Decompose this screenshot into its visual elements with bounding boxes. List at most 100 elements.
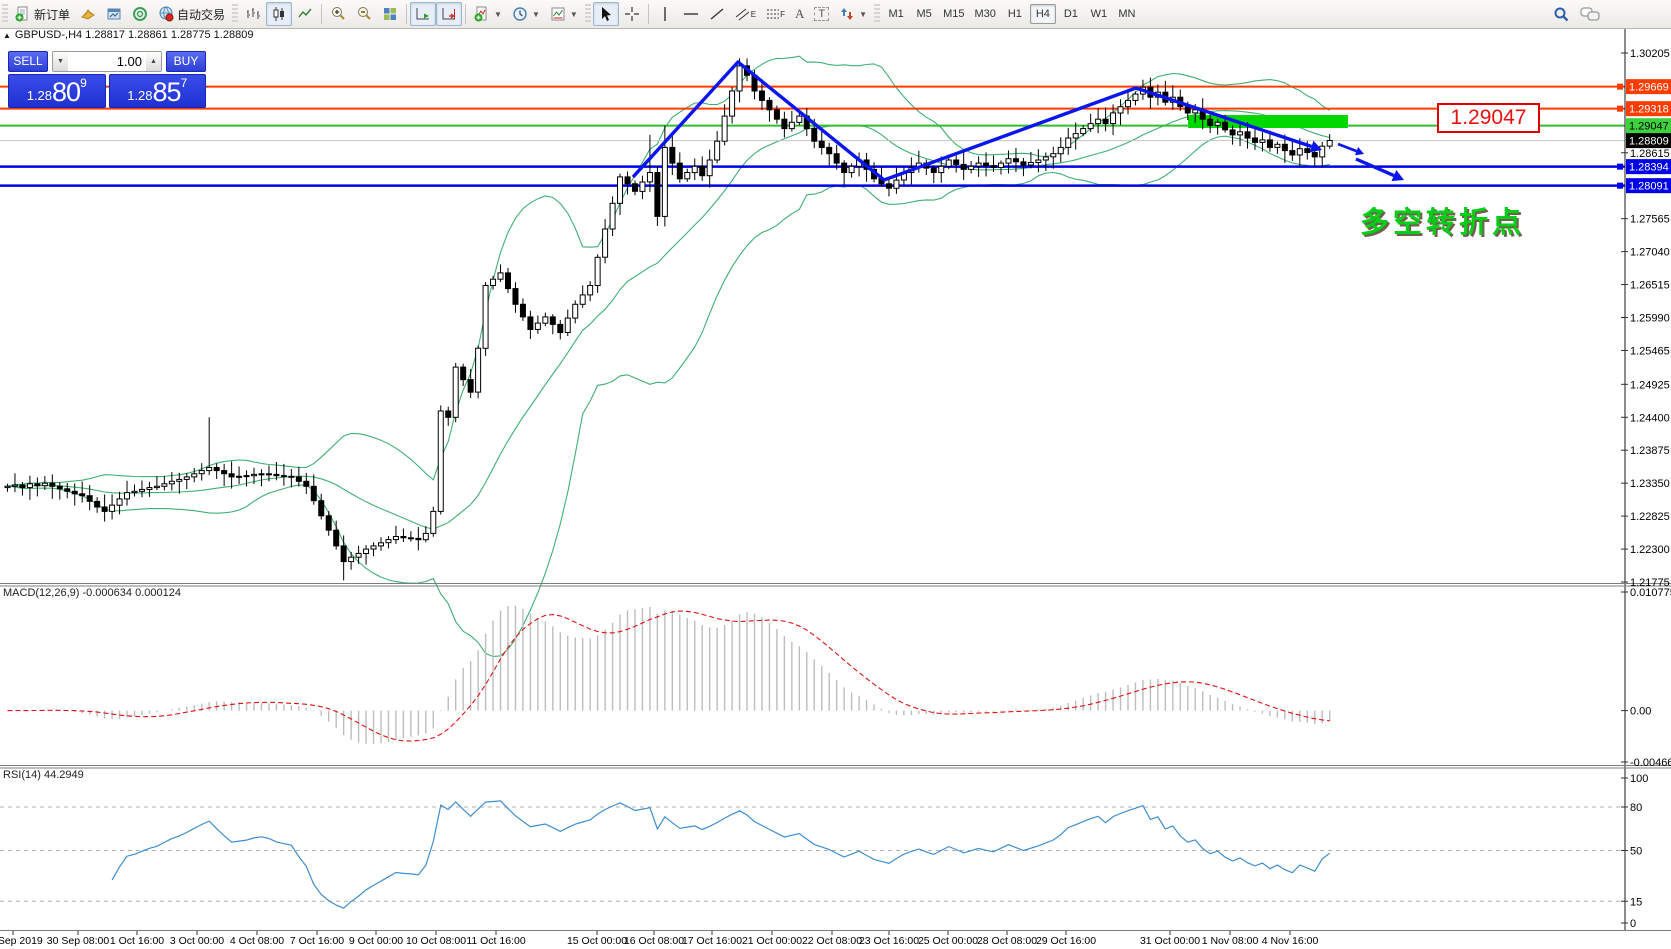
- new-order-button[interactable]: 新订单: [10, 2, 75, 26]
- market-watch-button[interactable]: [75, 2, 101, 26]
- arrows-tool-button[interactable]: ▼: [834, 2, 872, 26]
- volume-increase-button[interactable]: ▲: [146, 52, 161, 71]
- volume-control: ▼ ▲: [52, 51, 162, 72]
- candle-body: [258, 473, 265, 476]
- candle-body: [609, 202, 616, 230]
- autotrading-button[interactable]: 自动交易: [153, 2, 230, 26]
- bollinger-middle-band: [7, 110, 1330, 530]
- zoom-in-button[interactable]: [325, 2, 351, 26]
- candle-body: [990, 165, 997, 169]
- timeframe-button-m1[interactable]: M1: [883, 4, 909, 24]
- volume-decrease-button[interactable]: ▼: [53, 52, 68, 71]
- level-line-handle[interactable]: [1617, 182, 1623, 189]
- buy-price-display[interactable]: 1.28 85 7: [108, 74, 206, 108]
- price-axis-label: 1.23350: [1630, 478, 1670, 490]
- timeframe-button-m5[interactable]: M5: [911, 4, 937, 24]
- candle-body: [534, 322, 541, 330]
- trendline-tool-button[interactable]: [704, 2, 730, 26]
- zoom-out-button[interactable]: [351, 2, 377, 26]
- fibonacci-tool-button[interactable]: F: [761, 2, 790, 26]
- search-button[interactable]: [1548, 2, 1575, 26]
- candle-body: [624, 176, 631, 185]
- text-label-tool-button[interactable]: T: [809, 2, 834, 26]
- candle-body: [796, 115, 803, 123]
- candle-body: [1057, 146, 1064, 155]
- equidistant-channel-tool-button[interactable]: E: [730, 2, 761, 26]
- text-tool-button[interactable]: A: [790, 2, 809, 26]
- price-level-badge-text: 1.28809: [1629, 136, 1669, 148]
- candle-body: [983, 162, 990, 167]
- periods-button[interactable]: ▼: [507, 2, 545, 26]
- chart-canvas[interactable]: 1.30205 1.28615 1.27565 1.27040 1.26515 1.259…: [0, 0, 1671, 949]
- data-center-button[interactable]: [127, 2, 153, 26]
- candle-body: [236, 475, 243, 478]
- candle-body: [519, 303, 526, 318]
- time-axis-label: 28 Oct 08:00: [977, 935, 1037, 947]
- toolbar-grip[interactable]: [2, 4, 8, 24]
- cursor-tool-button[interactable]: [592, 2, 619, 26]
- sell-price-display[interactable]: 1.28 80 9: [8, 74, 106, 108]
- price-callout[interactable]: 1.29047: [1437, 103, 1540, 133]
- candle-body: [1244, 131, 1251, 139]
- candle-body: [617, 176, 624, 204]
- sell-price-prefix: 1.28: [26, 88, 53, 103]
- turning-point-annotation[interactable]: 多空转折点: [1360, 199, 1525, 241]
- timeframe-button-h1[interactable]: H1: [1002, 4, 1028, 24]
- crosshair-icon: [624, 7, 639, 21]
- vertical-line-tool-button[interactable]: [652, 2, 678, 26]
- macd-axis-label: 0.010775: [1630, 587, 1671, 599]
- trend-arrow-shaft[interactable]: [1337, 142, 1357, 153]
- level-line-handle[interactable]: [1617, 163, 1623, 170]
- channel-icon: [735, 8, 750, 21]
- crosshair-tool-button[interactable]: [619, 2, 645, 26]
- timeframe-button-m15[interactable]: M15: [939, 4, 968, 24]
- timeframe-button-h4[interactable]: H4: [1029, 4, 1056, 24]
- candle-body: [482, 285, 489, 349]
- rsi-axis-label: 15: [1630, 896, 1642, 908]
- time-axis-label: 31 Oct 00:00: [1140, 935, 1200, 947]
- auto-scroll-button[interactable]: [410, 2, 437, 26]
- candlestick-mode-button[interactable]: [266, 2, 293, 26]
- channel-e-label: E: [750, 9, 757, 19]
- toolbar-grip[interactable]: [874, 4, 881, 24]
- level-line-handle[interactable]: [1617, 83, 1623, 90]
- toolbar-grip[interactable]: [584, 4, 591, 24]
- candle-body: [146, 487, 153, 491]
- toolbar-grip[interactable]: [232, 4, 239, 24]
- price-axis-label: 1.22300: [1630, 544, 1670, 556]
- candle-body: [445, 410, 452, 418]
- line-chart-mode-button[interactable]: [292, 2, 318, 26]
- price-axis-label: 1.24400: [1630, 412, 1670, 424]
- bollinger-upper-band: [7, 55, 1330, 487]
- bar-chart-mode-button[interactable]: [240, 2, 266, 26]
- chat-button[interactable]: [1575, 2, 1605, 26]
- timeframe-button-mn[interactable]: MN: [1114, 4, 1140, 24]
- indicators-button[interactable]: ▼: [469, 2, 507, 26]
- horizontal-line-tool-button[interactable]: [678, 2, 704, 26]
- autotrading-label: 自动交易: [177, 7, 226, 22]
- new-window-button[interactable]: [101, 2, 127, 26]
- timeframe-button-d1[interactable]: D1: [1058, 4, 1084, 24]
- candle-body: [826, 146, 833, 155]
- sell-button[interactable]: SELL: [8, 51, 48, 72]
- level-line-handle[interactable]: [1617, 105, 1623, 112]
- dropdown-caret: ▼: [494, 9, 502, 19]
- candle-body: [34, 483, 41, 487]
- tile-windows-button[interactable]: [377, 2, 403, 26]
- candle-body: [206, 467, 213, 472]
- timeframe-button-w1[interactable]: W1: [1086, 4, 1112, 24]
- volume-input[interactable]: [68, 52, 146, 71]
- candle-body: [512, 288, 519, 305]
- bollinger-lower-band: [7, 135, 1330, 658]
- collapse-triangle-icon[interactable]: ▲: [3, 31, 11, 40]
- timeframe-button-m30[interactable]: M30: [970, 4, 999, 24]
- candlestick-icon: [273, 7, 285, 21]
- buy-button[interactable]: BUY: [166, 51, 206, 72]
- candle-body: [818, 140, 825, 148]
- candle-body: [1274, 143, 1281, 148]
- templates-button[interactable]: ▼: [545, 2, 583, 26]
- chart-shift-button[interactable]: [436, 2, 463, 26]
- candle-body: [422, 532, 429, 541]
- candle-body: [1311, 152, 1318, 158]
- candle-body: [1102, 118, 1109, 125]
